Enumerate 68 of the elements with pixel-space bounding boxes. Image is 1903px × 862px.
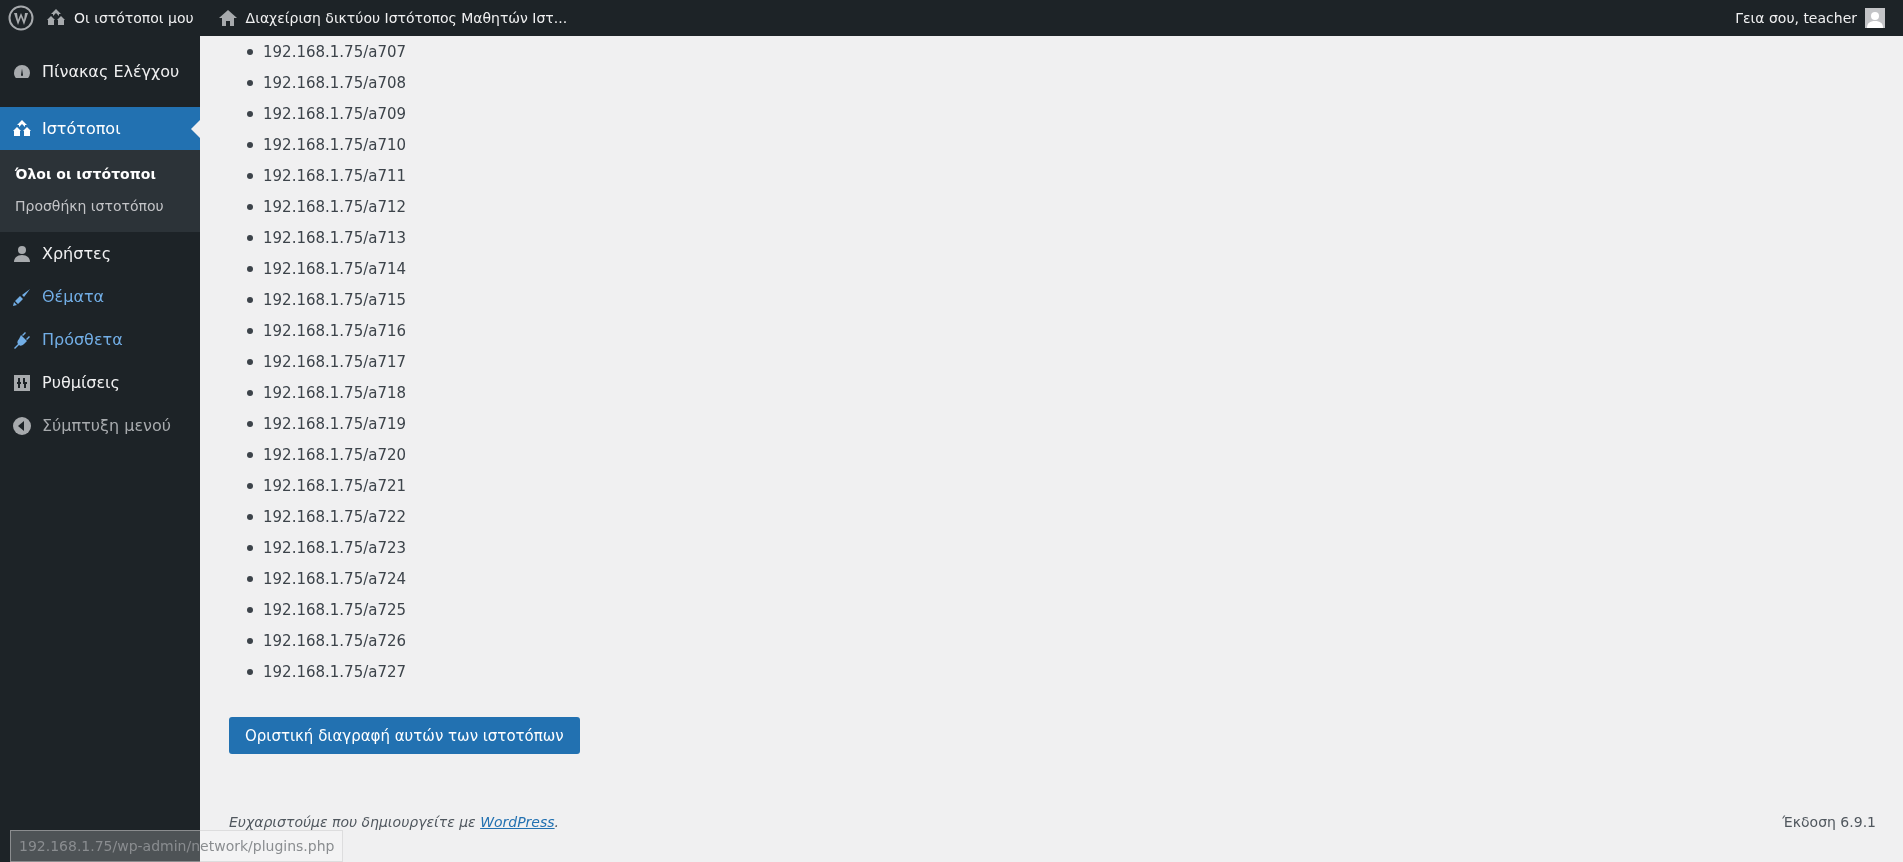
bullet-icon	[247, 265, 253, 272]
sliders-icon	[12, 372, 32, 393]
bullet-icon	[247, 420, 253, 427]
sidebar-item[interactable]: Πρόσθετα	[0, 318, 200, 361]
site-address: 192.168.1.75/a718	[263, 383, 407, 402]
site-address: 192.168.1.75/a715	[263, 290, 407, 309]
user-icon	[12, 243, 32, 264]
site-address: 192.168.1.75/a714	[263, 259, 407, 278]
site-address: 192.168.1.75/a712	[263, 197, 407, 216]
site-address: 192.168.1.75/a726	[263, 631, 407, 650]
sidebar-item[interactable]: Χρήστες	[0, 232, 200, 275]
bullet-icon	[247, 482, 253, 489]
bullet-icon	[247, 637, 253, 644]
sidebar-item[interactable]: Ιστότοποι	[0, 107, 200, 150]
submenu-item[interactable]: Προσθήκη ιστοτόπου	[0, 190, 200, 222]
my-sites-link[interactable]: Οι ιστότοποι μου	[34, 0, 206, 36]
bullet-icon	[247, 234, 253, 241]
bullet-icon	[247, 203, 253, 210]
footer-thanks: Ευχαριστούμε που δημιουργείτε με WordPress.	[229, 814, 560, 830]
bullet-icon	[247, 48, 253, 55]
bullet-icon	[247, 606, 253, 613]
bullet-icon	[247, 296, 253, 303]
account-menu[interactable]: Γεια σου, teacher	[1723, 0, 1897, 36]
network-admin-link[interactable]: Διαχείριση δικτύου Ιστότοπος Μαθητών Ιστ...	[205, 0, 580, 36]
site-address: 192.168.1.75/a711	[263, 166, 407, 185]
bullet-icon	[247, 575, 253, 582]
site-address: 192.168.1.75/a713	[263, 228, 407, 247]
version-text: Έκδοση 6.9.1	[1782, 814, 1876, 830]
bullet-icon	[247, 79, 253, 86]
sidebar-item[interactable]: Πίνακας Ελέγχου	[0, 50, 200, 93]
site-address: 192.168.1.75/a727	[263, 662, 407, 681]
bullet-icon	[247, 358, 253, 365]
wordpress-link[interactable]: WordPress	[480, 814, 555, 830]
submenu-item[interactable]: Όλοι οι ιστότοποι	[0, 158, 200, 190]
sidebar-item[interactable]: Ρυθμίσεις	[0, 361, 200, 404]
delete-sites-button[interactable]: Οριστική διαγραφή αυτών των ιστοτόπων	[229, 717, 580, 754]
bullet-icon	[247, 172, 253, 179]
bullet-icon	[247, 451, 253, 458]
plug-icon	[12, 329, 32, 350]
bullet-icon	[247, 513, 253, 520]
bullet-icon	[247, 110, 253, 117]
bullet-icon	[247, 141, 253, 148]
site-address: 192.168.1.75/a720	[263, 445, 407, 464]
wordpress-logo-icon[interactable]	[8, 5, 34, 31]
houses-icon	[46, 8, 66, 28]
paintbrush-icon	[12, 286, 32, 307]
site-address: 192.168.1.75/a722	[263, 507, 407, 526]
site-address: 192.168.1.75/a716	[263, 321, 407, 340]
site-address: 192.168.1.75/a719	[263, 414, 407, 433]
site-address: 192.168.1.75/a708	[263, 73, 407, 92]
bullet-icon	[247, 668, 253, 675]
bullet-icon	[247, 544, 253, 551]
site-address: 192.168.1.75/a723	[263, 538, 407, 557]
site-address: 192.168.1.75/a710	[263, 135, 407, 154]
house-icon	[217, 8, 238, 28]
sidebar-item[interactable]: Θέματα	[0, 275, 200, 318]
site-address: 192.168.1.75/a707	[263, 42, 407, 61]
site-address: 192.168.1.75/a721	[263, 476, 407, 495]
houses-icon	[12, 118, 32, 139]
site-address: 192.168.1.75/a717	[263, 352, 407, 371]
site-address: 192.168.1.75/a725	[263, 600, 407, 619]
avatar-icon	[1865, 8, 1885, 28]
site-address: 192.168.1.75/a709	[263, 104, 407, 123]
bullet-icon	[247, 389, 253, 396]
collapse-icon	[12, 415, 32, 436]
sidebar-item[interactable]: Σύμπτυξη μενού	[0, 404, 200, 447]
site-address: 192.168.1.75/a724	[263, 569, 407, 588]
bullet-icon	[247, 327, 253, 334]
